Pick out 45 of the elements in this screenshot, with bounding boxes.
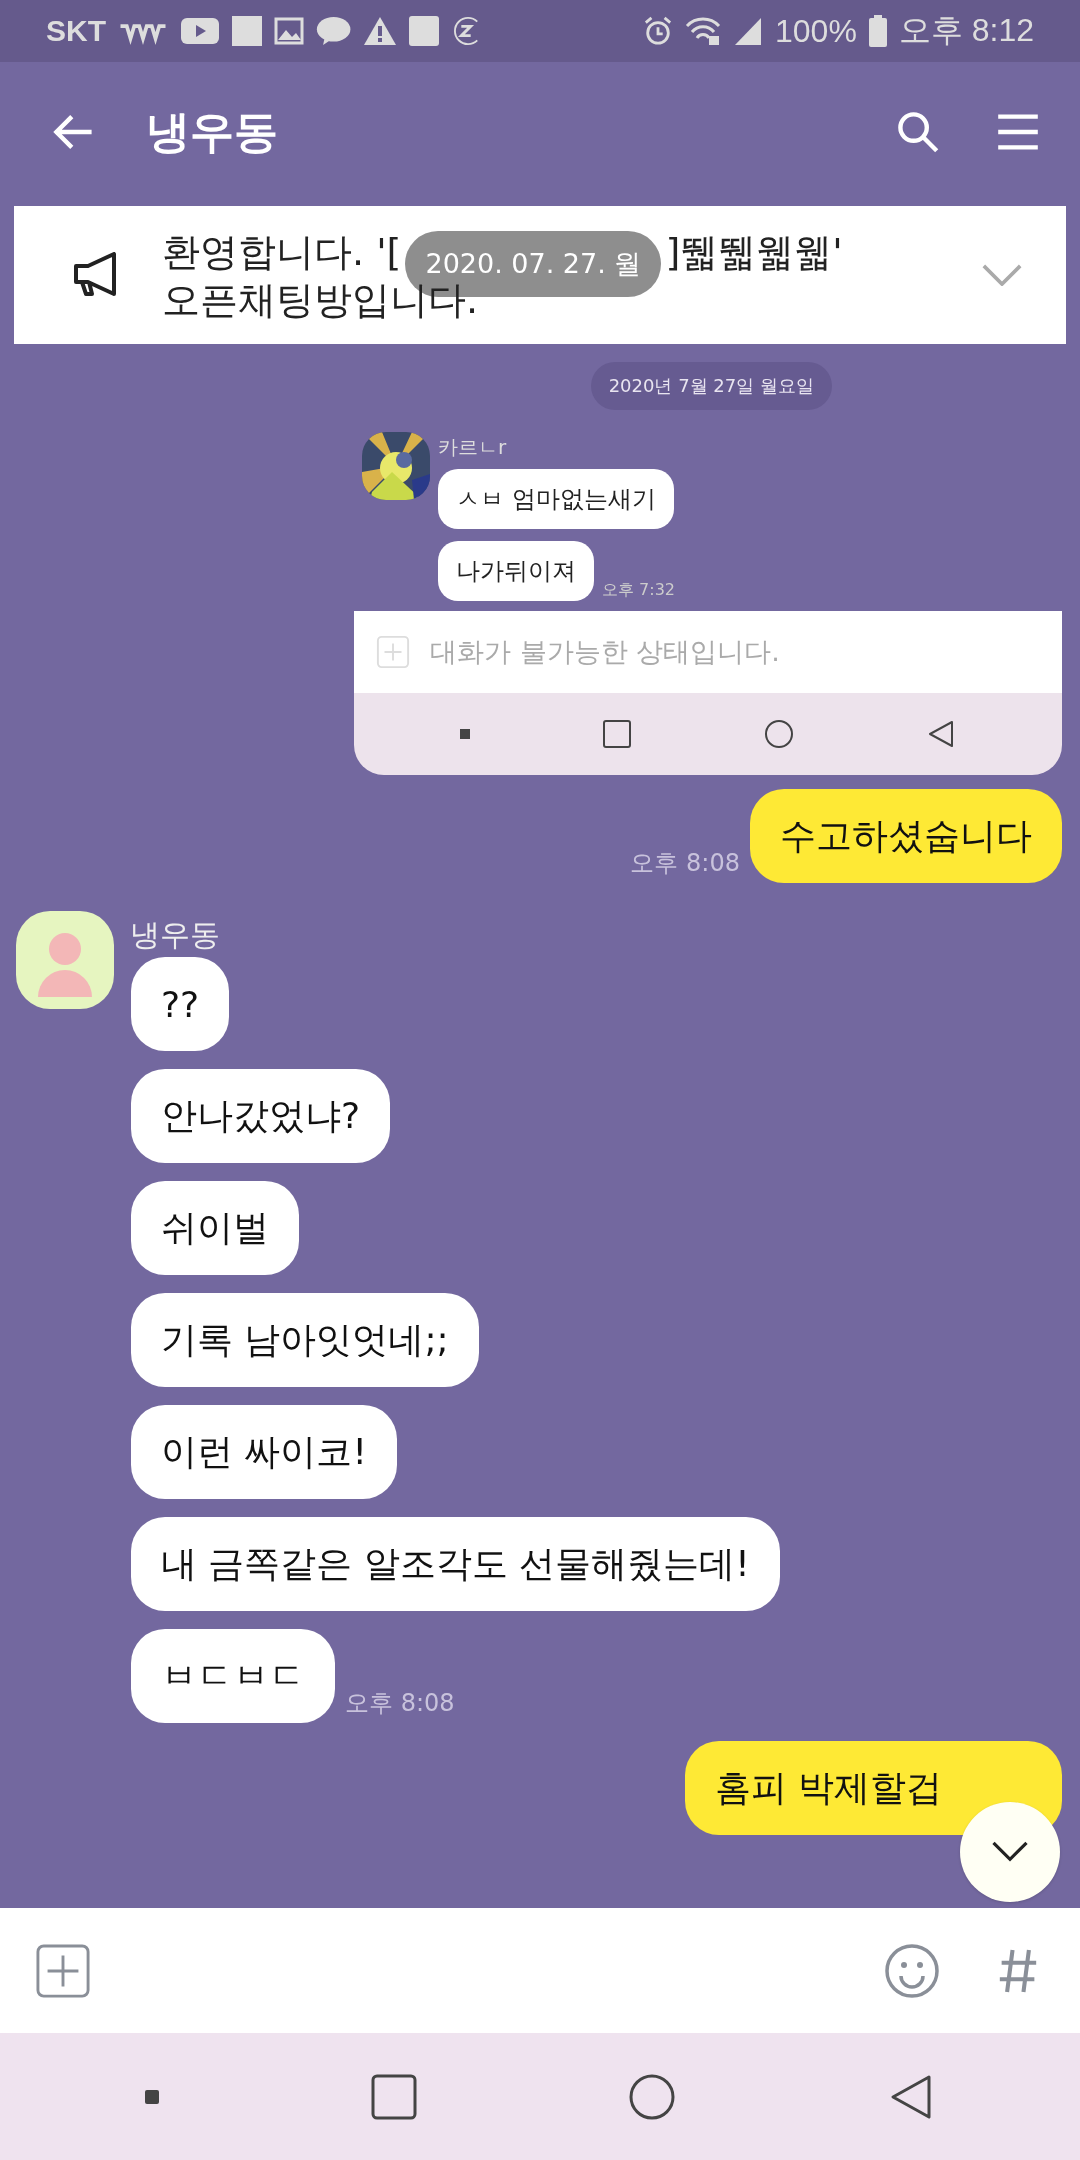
image-icon xyxy=(274,16,304,46)
alarm-icon xyxy=(643,16,673,46)
home-icon xyxy=(764,719,794,749)
message-bubble: 안나갔었냐? xyxy=(131,1069,391,1163)
recents-icon xyxy=(602,719,632,749)
message-bubble: 이런 싸이코! xyxy=(131,1405,397,1499)
plus-icon[interactable] xyxy=(36,1943,90,1998)
message-time: 오후 8:08 xyxy=(630,848,740,879)
battery-percent: 100% xyxy=(775,12,857,50)
search-icon[interactable] xyxy=(896,110,940,154)
recents-icon[interactable] xyxy=(369,2072,418,2121)
chat-title: 냉우동 xyxy=(146,104,278,159)
notification-icon xyxy=(232,16,262,46)
notice-text: ]뛟뛟웳웳' xyxy=(665,229,843,275)
chat-bubble-icon xyxy=(316,16,352,46)
sender-name: 냉우동 xyxy=(130,916,220,954)
message-bubble: ㅂㄷㅂㄷ xyxy=(131,1629,335,1723)
message-bubble: ㅅㅂ 엄마없는새기 xyxy=(438,469,674,529)
message-time: 오후 8:08 xyxy=(345,1688,455,1719)
avatar-icon xyxy=(16,911,114,1009)
message-bubble: 내 금쪽같은 알조각도 선물해줬는데! xyxy=(131,1517,780,1611)
sender-name: 카르ㄴr xyxy=(438,434,508,461)
back-icon xyxy=(926,719,956,749)
wifi-icon xyxy=(685,16,721,46)
message-bubble: 쉬이벌 xyxy=(131,1181,299,1275)
signal-icon xyxy=(733,16,763,46)
notification-icon xyxy=(409,16,440,46)
placeholder-text: 대화가 불가능한 상태입니다. xyxy=(430,635,780,669)
carrier-label: SKT xyxy=(46,14,106,48)
chevron-icon xyxy=(991,1841,1029,1863)
play-icon xyxy=(180,16,220,46)
message-bubble: 나가뒤이져 xyxy=(438,541,594,601)
message-time: 오후 7:32 xyxy=(602,580,675,601)
plus-icon xyxy=(376,635,410,669)
emoji-icon[interactable] xyxy=(884,1942,940,1999)
date-divider: 2020년 7월 27일 월요일 xyxy=(590,362,832,410)
clock: 오후 8:12 xyxy=(898,11,1034,50)
message-bubble: 수고하셨숩니다 xyxy=(750,789,1062,883)
message-bubble: 홈피 박제할겁 xyxy=(684,1741,1062,1835)
home-icon[interactable] xyxy=(628,2072,677,2121)
notice-text: 환영합니다. '[ xyxy=(162,229,402,275)
message-bubble: 기록 남아잇엇네;; xyxy=(131,1293,479,1387)
warning-icon xyxy=(363,16,398,46)
message-bubble: ?? xyxy=(131,957,230,1051)
battery-icon xyxy=(868,15,887,47)
